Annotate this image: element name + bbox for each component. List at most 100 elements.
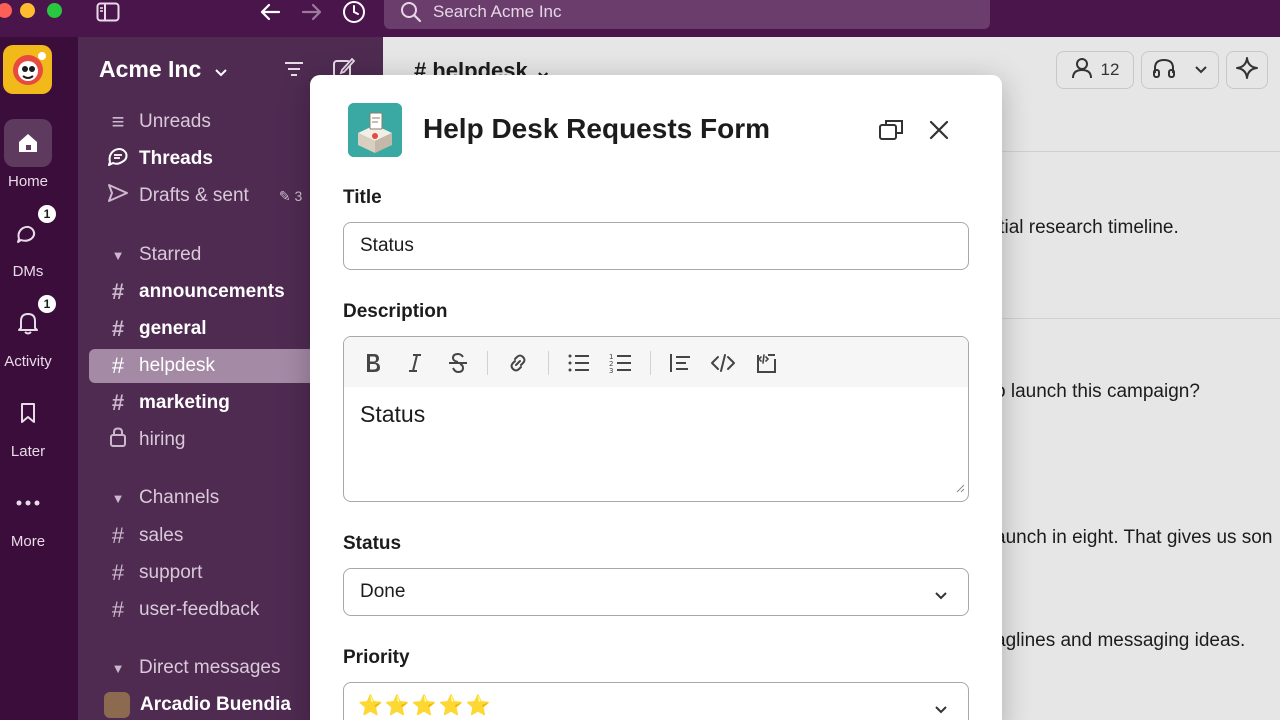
description-editor[interactable]: 123 Status	[343, 336, 969, 502]
sidebar-item-unreads[interactable]: ≡ Unreads	[106, 105, 211, 139]
sidebar-item-dm-arcadio[interactable]: Arcadio Buendia	[104, 688, 291, 720]
help-desk-form-modal: Help Desk Requests Form Title Status Des…	[310, 75, 1002, 720]
dm-label: Arcadio Buendia	[140, 694, 291, 715]
ai-button[interactable]	[1226, 51, 1268, 89]
person-icon	[1071, 57, 1093, 84]
hash-icon: #	[111, 316, 125, 341]
sidebar-item-support[interactable]: # support	[106, 556, 203, 590]
headphones-icon	[1152, 57, 1176, 84]
section-channels[interactable]: ▼ Channels	[106, 481, 220, 515]
popout-icon[interactable]	[876, 115, 906, 145]
message-text: o launch this campaign?	[995, 381, 1200, 402]
search-bar[interactable]: Search Acme Inc	[384, 0, 990, 29]
priority-stars: ⭐⭐⭐⭐⭐	[358, 695, 493, 717]
rail-item-dms[interactable]: DMs 1	[0, 203, 58, 280]
huddle-button[interactable]	[1141, 51, 1219, 89]
toolbar-divider	[548, 351, 549, 375]
rail-item-activity[interactable]: Activity 1	[0, 293, 58, 370]
section-direct-messages[interactable]: ▼ Direct messages	[106, 651, 281, 685]
title-input-value: Status	[360, 235, 414, 256]
message-text: itial research timeline.	[995, 217, 1179, 238]
workspace-switcher[interactable]: Acme Inc	[99, 56, 228, 84]
hash-icon: #	[111, 390, 125, 415]
filter-icon[interactable]	[283, 59, 305, 84]
code-block-icon[interactable]	[752, 349, 780, 377]
sidebar-toggle-icon[interactable]	[95, 0, 121, 24]
bold-icon[interactable]	[359, 349, 387, 377]
link-icon[interactable]	[504, 349, 532, 377]
title-bar: Search Acme Inc	[0, 0, 1280, 37]
drafts-count: ✎ 3	[278, 187, 303, 204]
italic-icon[interactable]	[401, 349, 429, 377]
history-icon[interactable]	[341, 0, 367, 24]
threads-icon	[106, 145, 130, 173]
sidebar-item-sales[interactable]: # sales	[106, 519, 183, 553]
close-window-button[interactable]	[0, 3, 12, 18]
hash-icon: #	[111, 597, 125, 622]
section-starred[interactable]: ▼ Starred	[106, 238, 202, 272]
rail-item-later[interactable]: Later	[0, 389, 56, 460]
bulleted-list-icon[interactable]	[565, 349, 593, 377]
drafts-count-value: 3	[294, 187, 303, 204]
description-value: Status	[360, 401, 426, 427]
search-icon	[400, 1, 422, 28]
avatar	[104, 692, 130, 718]
formatting-toolbar: 123	[344, 337, 968, 387]
svg-text:3: 3	[609, 367, 613, 374]
strikethrough-icon[interactable]	[444, 349, 472, 377]
channel-label: user-feedback	[139, 599, 260, 620]
sidebar-item-label: Threads	[139, 148, 213, 169]
section-label: Direct messages	[139, 657, 281, 678]
code-icon[interactable]	[709, 349, 737, 377]
more-icon	[4, 479, 52, 527]
sidebar-item-drafts[interactable]: Drafts & sent ✎ 3	[106, 179, 302, 213]
rail-item-home[interactable]: Home	[0, 119, 56, 190]
forward-arrow-icon[interactable]	[299, 0, 325, 24]
sidebar-item-threads[interactable]: Threads	[106, 142, 213, 176]
sparkle-icon	[1235, 56, 1259, 85]
sidebar-item-user-feedback[interactable]: # user-feedback	[106, 593, 260, 627]
rail-label-activity: Activity	[4, 353, 52, 370]
channel-label: helpdesk	[139, 355, 216, 376]
sidebar-item-announcements[interactable]: # announcements	[106, 275, 285, 309]
zoom-window-button[interactable]	[47, 3, 62, 18]
chevron-down-icon	[934, 699, 948, 720]
priority-select[interactable]: ⭐⭐⭐⭐⭐	[343, 682, 969, 720]
sidebar-item-marketing[interactable]: # marketing	[106, 386, 230, 420]
send-icon	[106, 183, 130, 209]
caret-down-icon: ▼	[111, 660, 125, 676]
channel-label: general	[139, 318, 207, 339]
workspace-logo[interactable]	[3, 45, 52, 94]
status-value: Done	[360, 581, 406, 602]
status-label: Status	[343, 533, 402, 554]
hash-icon: #	[111, 560, 125, 585]
back-arrow-icon[interactable]	[257, 0, 283, 24]
workspace-name: Acme Inc	[99, 56, 202, 82]
sidebar-item-hiring[interactable]: hiring	[106, 423, 185, 457]
members-button[interactable]: 12	[1056, 51, 1134, 89]
hash-icon: #	[111, 353, 125, 378]
search-placeholder: Search Acme Inc	[433, 2, 562, 21]
lock-icon	[106, 427, 130, 453]
rail-label-later: Later	[10, 443, 46, 460]
caret-down-icon: ▼	[111, 490, 125, 506]
resize-handle-icon[interactable]	[955, 480, 965, 498]
channel-label: hiring	[139, 429, 186, 450]
title-input[interactable]: Status	[343, 222, 969, 270]
minimize-window-button[interactable]	[20, 3, 35, 18]
rail-item-more[interactable]: More	[0, 479, 56, 550]
title-label: Title	[343, 187, 382, 208]
hash-icon: #	[111, 279, 125, 304]
sidebar-item-label: Unreads	[139, 111, 211, 132]
home-icon	[4, 119, 52, 167]
workspace-rail: Home DMs 1 Activity 1 Later More	[0, 37, 78, 720]
chevron-down-icon	[1194, 60, 1208, 80]
sidebar-item-general[interactable]: # general	[106, 312, 207, 346]
rail-label-more: More	[10, 533, 46, 550]
numbered-list-icon[interactable]: 123	[607, 349, 635, 377]
caret-down-icon: ▼	[111, 247, 125, 263]
close-icon[interactable]	[924, 115, 954, 145]
rail-label-dms: DMs	[12, 263, 44, 280]
quote-icon[interactable]	[666, 349, 694, 377]
status-select[interactable]: Done	[343, 568, 969, 616]
